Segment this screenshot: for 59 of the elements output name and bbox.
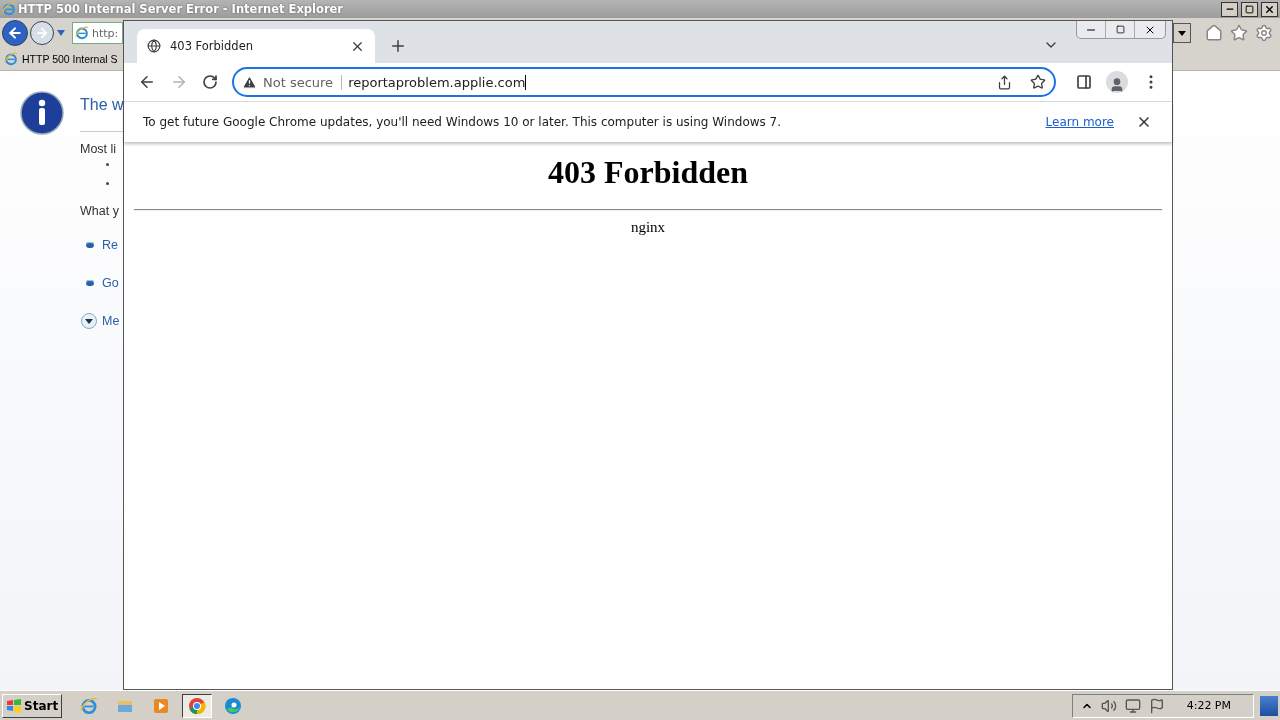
profile-avatar[interactable] xyxy=(1106,71,1128,93)
internet-explorer-icon xyxy=(4,52,18,66)
share-icon[interactable] xyxy=(997,74,1012,90)
internet-explorer-icon xyxy=(80,696,99,715)
server-name: nginx xyxy=(630,219,666,236)
infobar-message: To get future Google Chrome updates, you'll need Windows 10 or later. This computer is using Windows 7. xyxy=(143,115,783,129)
expand-icon[interactable] xyxy=(81,313,97,329)
chrome-taskbar-icon[interactable] xyxy=(182,693,213,718)
internet-explorer-icon xyxy=(2,2,16,16)
minimize-button[interactable] xyxy=(1221,1,1238,17)
help-link[interactable]: Go xyxy=(102,276,119,290)
new-tab-icon[interactable] xyxy=(389,37,407,55)
bookmark-star-icon[interactable] xyxy=(1030,74,1046,90)
learn-more-link[interactable]: Learn more xyxy=(1045,115,1114,129)
start-button[interactable]: Start xyxy=(2,693,63,718)
browser-tab[interactable]: HTTP 500 Internal S xyxy=(22,53,118,65)
info-icon xyxy=(20,91,64,135)
clock[interactable]: 4:22 PM xyxy=(1186,699,1231,712)
caret-icon xyxy=(1178,30,1186,36)
close-icon xyxy=(1264,3,1275,15)
address-field[interactable]: http: xyxy=(72,22,123,44)
windows-logo-icon xyxy=(6,698,22,713)
show-desktop-button[interactable] xyxy=(1260,695,1278,716)
back-button[interactable] xyxy=(2,20,28,46)
bullet-icon xyxy=(106,182,109,185)
globe-icon xyxy=(147,39,161,53)
speaker-icon[interactable] xyxy=(1100,697,1117,714)
close-button[interactable] xyxy=(1261,1,1278,17)
favorites-star-icon[interactable] xyxy=(1230,24,1248,42)
section-text: What y xyxy=(80,204,120,218)
back-icon[interactable] xyxy=(138,73,156,91)
side-panel-icon[interactable] xyxy=(1076,74,1092,90)
page-heading: 403 Forbidden xyxy=(547,154,749,191)
security-label[interactable]: Not secure xyxy=(263,74,343,90)
restore-icon xyxy=(1245,4,1254,14)
close-icon[interactable] xyxy=(1136,114,1152,130)
address-dropdown-button[interactable] xyxy=(1173,23,1191,43)
network-icon[interactable] xyxy=(1124,697,1141,714)
window-title: HTTP 500 Internal Server Error - Internet Explorer xyxy=(18,2,344,16)
forward-arrow-icon xyxy=(35,26,49,40)
url-text: reportaproblem.applie.com xyxy=(348,74,527,90)
home-icon[interactable] xyxy=(1205,24,1223,42)
settings-icon[interactable] xyxy=(1255,24,1273,42)
warning-icon xyxy=(242,74,257,90)
restore-button[interactable] xyxy=(1241,1,1258,17)
help-link[interactable]: Me xyxy=(102,314,120,328)
bullet-icon xyxy=(86,280,94,286)
bullet-icon xyxy=(106,163,109,166)
internet-explorer-icon xyxy=(75,26,89,40)
dropdown-icon[interactable] xyxy=(56,29,66,37)
help-link[interactable]: Re xyxy=(102,238,118,252)
browser-tab[interactable]: 403 Forbidden xyxy=(137,29,375,63)
reload-icon[interactable] xyxy=(202,74,218,90)
flag-icon[interactable] xyxy=(1148,697,1165,714)
forward-button[interactable] xyxy=(30,21,54,45)
maximize-icon xyxy=(1115,25,1125,34)
bullet-icon xyxy=(86,242,94,248)
section-text: Most li xyxy=(80,142,118,156)
address-field[interactable]: Not secure reportaproblem.applie.com xyxy=(232,67,1056,97)
